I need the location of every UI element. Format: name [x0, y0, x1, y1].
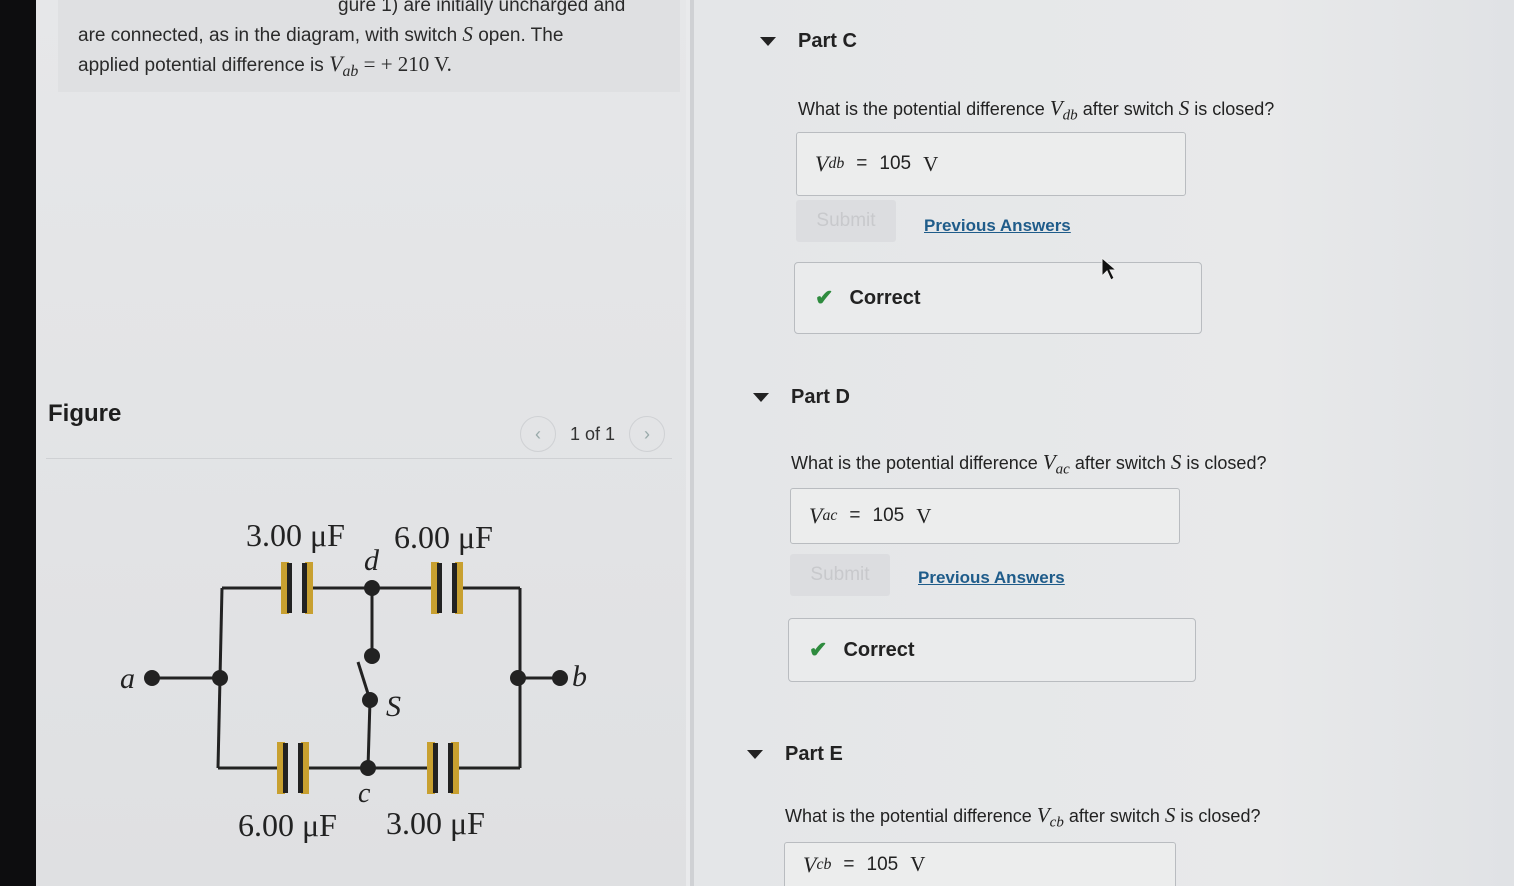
label-top-right-cap: 6.00 μF — [394, 519, 493, 555]
intro-line-2: are connected, as in the diagram, with s… — [78, 22, 564, 46]
part-c-feedback-text: Correct — [849, 286, 921, 309]
part-d-answer-value: 105 — [872, 505, 905, 526]
junction-left-dot — [212, 670, 228, 686]
part-d-feedback-text: Correct — [843, 638, 915, 661]
label-node-b: b — [572, 660, 587, 693]
figure-divider — [46, 458, 672, 459]
part-d-header[interactable]: Part D — [753, 386, 850, 409]
junction-right-dot — [510, 670, 526, 686]
collapse-triangle-icon[interactable] — [753, 393, 769, 402]
label-node-a: a — [120, 662, 135, 695]
checkmark-icon: ✔ — [809, 637, 828, 662]
label-node-c: c — [358, 778, 371, 809]
part-d-previous-answers-link[interactable]: Previous Answers — [918, 568, 1065, 588]
figure-title: Figure — [48, 400, 122, 427]
switch-pivot-dot — [362, 692, 378, 708]
part-d-question: What is the potential difference Vac aft… — [791, 450, 1267, 478]
figure-pager: ‹ 1 of 1 › — [520, 416, 666, 452]
mouse-pointer-icon — [1101, 256, 1118, 281]
node-c-dot — [360, 760, 376, 776]
label-node-d: d — [364, 544, 380, 577]
terminal-a-dot — [144, 670, 160, 686]
part-e-answer-field[interactable]: Vcb = 105 V — [784, 842, 1176, 886]
checkmark-icon: ✔ — [815, 285, 834, 310]
screen-bezel — [0, 0, 36, 886]
part-c-submit-button[interactable]: Submit — [796, 200, 896, 242]
part-e-title: Part E — [785, 743, 843, 765]
label-bottom-left-cap: 6.00 μF — [238, 807, 337, 843]
part-e-header[interactable]: Part E — [747, 743, 843, 766]
label-bottom-right-cap: 3.00 μF — [386, 805, 485, 841]
problem-intro: gure 1) are initially uncharged and are … — [78, 0, 678, 86]
part-c-question: What is the potential difference Vdb aft… — [798, 96, 1275, 124]
part-c-answer-field[interactable]: Vdb = 105 V — [796, 132, 1186, 196]
part-d-title: Part D — [791, 386, 850, 408]
collapse-triangle-icon[interactable] — [747, 750, 763, 759]
collapse-triangle-icon[interactable] — [760, 37, 776, 46]
part-c-previous-answers-link[interactable]: Previous Answers — [924, 216, 1071, 236]
part-d-feedback: ✔ Correct — [788, 618, 1196, 682]
part-c-header[interactable]: Part C — [760, 30, 857, 53]
part-d-answer-field[interactable]: Vac = 105 V — [790, 488, 1180, 544]
terminal-b-dot — [552, 670, 568, 686]
pager-count: 1 of 1 — [570, 423, 616, 444]
part-e-question: What is the potential difference Vcb aft… — [785, 803, 1261, 831]
part-d-submit-button[interactable]: Submit — [790, 554, 890, 596]
label-top-left-cap: 3.00 μF — [246, 517, 345, 553]
node-d-dot — [364, 580, 380, 596]
part-e-answer-value: 105 — [866, 853, 899, 875]
label-switch-s: S — [386, 690, 401, 723]
chevron-left-icon[interactable]: ‹ — [520, 416, 556, 452]
part-c-answer-value: 105 — [879, 153, 912, 174]
part-c-feedback: ✔ Correct — [794, 262, 1202, 334]
intro-line-3: applied potential difference is Vab = + … — [78, 51, 452, 80]
intro-line-1: gure 1) are initially uncharged and — [338, 0, 626, 16]
switch-contact-dot — [364, 648, 380, 664]
chevron-right-icon[interactable]: › — [629, 416, 666, 452]
circuit-diagram: 3.00 μF 6.00 μF 6.00 μF 3.00 μF a b c d … — [120, 517, 587, 843]
part-c-title: Part C — [798, 30, 857, 52]
